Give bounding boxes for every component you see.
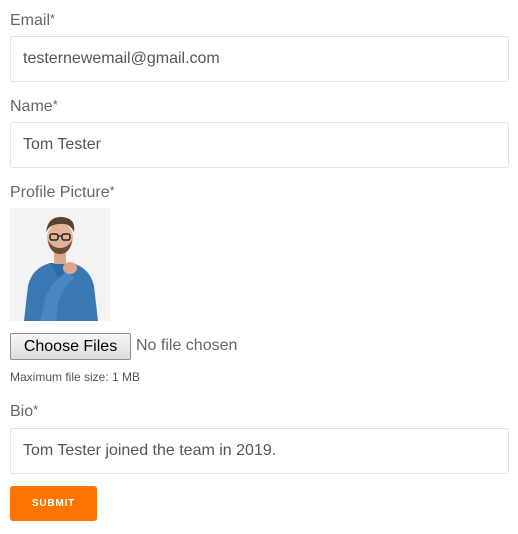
required-mark: * [50, 11, 56, 26]
profile-picture-label: Profile Picture* [10, 183, 115, 203]
bio-label-text: Bio [10, 403, 34, 420]
email-label-text: Email [10, 12, 51, 29]
submit-button[interactable]: SUBMIT [10, 486, 97, 521]
profile-photo [10, 208, 110, 321]
bio-field[interactable] [10, 428, 509, 474]
file-status-text: No file chosen [136, 337, 238, 354]
name-label: Name* [10, 97, 58, 117]
choose-files-button[interactable]: Choose Files [10, 333, 131, 360]
profile-picture-label-text: Profile Picture [10, 184, 110, 201]
required-mark: * [109, 183, 115, 198]
name-field[interactable] [10, 122, 509, 168]
required-mark: * [33, 402, 39, 417]
name-label-text: Name [10, 98, 53, 115]
required-mark: * [52, 97, 58, 112]
max-file-size-hint: Maximum file size: 1 MB [10, 370, 141, 384]
profile-photo-image [10, 208, 110, 321]
email-field[interactable] [10, 36, 509, 82]
email-label: Email* [10, 11, 55, 31]
bio-label: Bio* [10, 402, 38, 422]
